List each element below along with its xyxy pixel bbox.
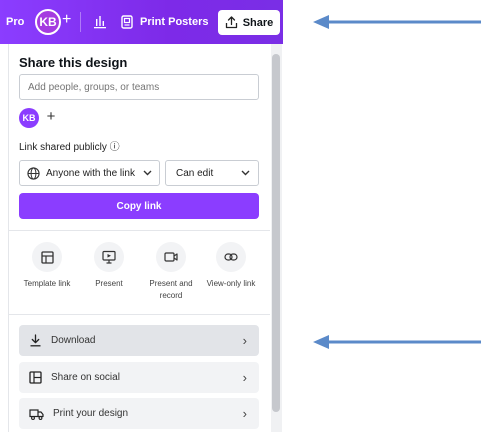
section-divider xyxy=(9,314,270,315)
template-link-option[interactable]: Template link xyxy=(16,242,78,290)
chevron-down-icon xyxy=(241,170,250,176)
print-posters-label: Print Posters xyxy=(140,16,209,28)
download-icon xyxy=(30,334,41,347)
record-icon xyxy=(164,252,178,262)
present-icon xyxy=(102,250,116,264)
present-and-record-button[interactable] xyxy=(156,242,186,272)
pro-label[interactable]: Pro xyxy=(6,16,24,28)
present-option[interactable]: Present xyxy=(78,242,140,290)
print-your-design-row[interactable]: Print your design › xyxy=(19,398,259,429)
chevron-right-icon: › xyxy=(242,406,247,421)
toolbar-divider xyxy=(80,12,81,32)
section-divider xyxy=(9,230,270,231)
present-button[interactable] xyxy=(94,242,124,272)
view-only-link-button[interactable] xyxy=(216,242,246,272)
link-access-select[interactable]: Anyone with the link xyxy=(19,160,160,186)
view-only-link-option[interactable]: View-only link xyxy=(200,242,262,290)
present-label: Present xyxy=(95,279,123,288)
panel-title: Share this design xyxy=(19,55,128,70)
download-row[interactable]: Download › xyxy=(19,325,259,356)
chevron-right-icon: › xyxy=(242,370,247,385)
insights-icon[interactable] xyxy=(92,13,108,29)
template-link-button[interactable] xyxy=(32,242,62,272)
add-collaborator-button[interactable]: + xyxy=(62,11,71,29)
globe-icon xyxy=(27,166,40,180)
share-on-social-row[interactable]: Share on social › xyxy=(19,362,259,393)
permission-select[interactable]: Can edit xyxy=(165,160,259,186)
download-label: Download xyxy=(51,335,96,346)
user-avatar[interactable]: KB xyxy=(35,9,61,35)
permission-value: Can edit xyxy=(176,167,214,179)
scrollbar-thumb[interactable] xyxy=(272,54,280,412)
member-avatar[interactable]: KB xyxy=(19,108,39,128)
print-posters-button[interactable]: Print Posters xyxy=(121,10,208,34)
view-only-link-label: View-only link xyxy=(206,279,256,288)
template-icon xyxy=(40,250,54,264)
template-link-label: Template link xyxy=(23,279,71,288)
copy-link-button[interactable]: Copy link xyxy=(19,193,259,219)
link-access-value: Anyone with the link xyxy=(46,167,135,179)
share-upload-icon xyxy=(225,16,237,29)
link-shared-label: Link shared publicly ⓘ xyxy=(19,142,120,153)
chevron-down-icon xyxy=(143,170,152,176)
poster-icon xyxy=(121,15,133,29)
link-icon xyxy=(224,253,238,261)
add-people-input[interactable] xyxy=(19,74,259,100)
annotation-arrow-share xyxy=(313,15,481,29)
top-toolbar: Pro KB + Print Posters Share xyxy=(0,0,283,44)
social-icon xyxy=(29,371,42,384)
present-and-record-label: Present and record xyxy=(149,279,193,300)
share-label: Share xyxy=(242,16,274,29)
share-on-social-label: Share on social xyxy=(51,372,120,383)
truck-icon xyxy=(29,408,44,420)
chevron-right-icon: › xyxy=(242,333,247,348)
print-your-design-label: Print your design xyxy=(53,408,129,419)
share-button[interactable]: Share xyxy=(218,10,280,35)
present-and-record-option[interactable]: Present and record xyxy=(140,242,202,302)
annotation-arrow-download xyxy=(313,335,481,349)
add-member-button[interactable]: + xyxy=(42,107,60,127)
